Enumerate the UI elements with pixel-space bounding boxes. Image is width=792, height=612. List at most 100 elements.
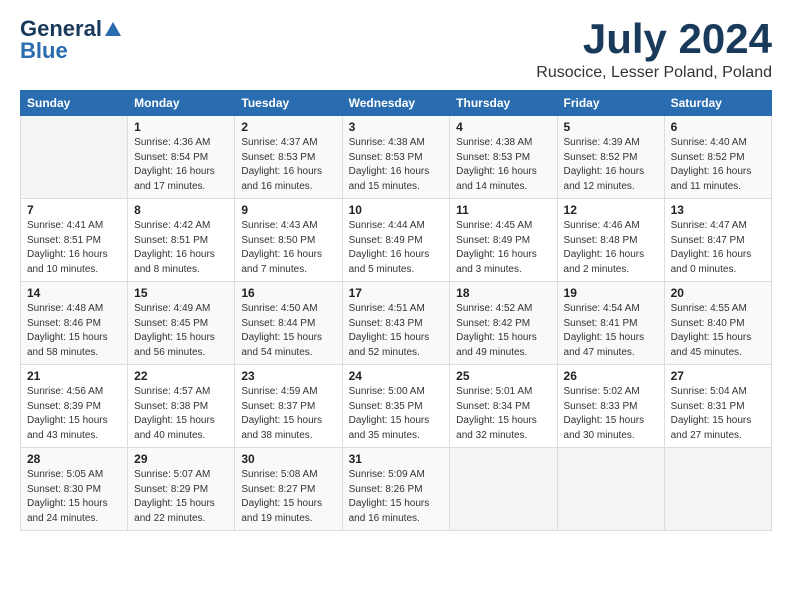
day-number: 7	[27, 203, 121, 217]
day-cell: 11 Sunrise: 4:45 AM Sunset: 8:49 PM Dayli…	[450, 199, 557, 282]
day-number: 14	[27, 286, 121, 300]
day-number: 29	[134, 452, 228, 466]
day-cell: 1Sunrise: 4:36 AM Sunset: 8:54 PM Daylig…	[128, 116, 235, 199]
day-details: Sunrise: 4:37 AM Sunset: 8:53 PM Dayligh…	[241, 136, 335, 194]
day-cell: 19 Sunrise: 4:54 AM Sunset: 8:41 PM Dayli…	[557, 282, 664, 365]
day-details: Sunrise: 4:40 AM Sunset: 8:52 PM Dayligh…	[671, 136, 765, 194]
day-details: Sunrise: 4:54 AM Sunset: 8:41 PM Dayligh…	[564, 302, 658, 360]
day-details: Sunrise: 4:42 AM Sunset: 8:51 PM Dayligh…	[134, 219, 228, 277]
day-details: Sunrise: 4:48 AM Sunset: 8:46 PM Dayligh…	[27, 302, 121, 360]
day-cell: 10 Sunrise: 4:44 AM Sunset: 8:49 PM Dayli…	[342, 199, 450, 282]
header-row: SundayMondayTuesdayWednesdayThursdayFrid…	[21, 91, 772, 116]
day-number: 15	[134, 286, 228, 300]
day-details: Sunrise: 5:09 AM Sunset: 8:26 PM Dayligh…	[349, 468, 444, 526]
week-row-3: 14 Sunrise: 4:48 AM Sunset: 8:46 PM Dayli…	[21, 282, 772, 365]
day-number: 8	[134, 203, 228, 217]
week-row-2: 7 Sunrise: 4:41 AM Sunset: 8:51 PM Daylig…	[21, 199, 772, 282]
day-number: 4	[456, 120, 550, 134]
day-cell	[664, 448, 771, 531]
day-cell: 2 Sunrise: 4:37 AM Sunset: 8:53 PM Daylig…	[235, 116, 342, 199]
day-number: 24	[349, 369, 444, 383]
day-cell: 22Sunrise: 4:57 AM Sunset: 8:38 PM Dayli…	[128, 365, 235, 448]
location-title: Rusocice, Lesser Poland, Poland	[536, 64, 772, 82]
week-row-5: 28Sunrise: 5:05 AM Sunset: 8:30 PM Dayli…	[21, 448, 772, 531]
header-area: General Blue July 2024 Rusocice, Lesser …	[20, 16, 772, 82]
day-cell: 29 Sunrise: 5:07 AM Sunset: 8:29 PM Dayli…	[128, 448, 235, 531]
day-cell	[450, 448, 557, 531]
day-number: 13	[671, 203, 765, 217]
day-number: 25	[456, 369, 550, 383]
day-cell: 26 Sunrise: 5:02 AM Sunset: 8:33 PM Dayli…	[557, 365, 664, 448]
logo-triangle-icon	[104, 20, 122, 38]
day-cell: 18 Sunrise: 4:52 AM Sunset: 8:42 PM Dayli…	[450, 282, 557, 365]
day-number: 26	[564, 369, 658, 383]
day-number: 16	[241, 286, 335, 300]
day-number: 19	[564, 286, 658, 300]
day-details: Sunrise: 4:59 AM Sunset: 8:37 PM Dayligh…	[241, 385, 335, 443]
day-number: 12	[564, 203, 658, 217]
day-cell: 6Sunrise: 4:40 AM Sunset: 8:52 PM Daylig…	[664, 116, 771, 199]
day-cell	[557, 448, 664, 531]
day-cell: 17 Sunrise: 4:51 AM Sunset: 8:43 PM Dayli…	[342, 282, 450, 365]
day-details: Sunrise: 4:38 AM Sunset: 8:53 PM Dayligh…	[456, 136, 550, 194]
day-cell	[21, 116, 128, 199]
day-cell: 4 Sunrise: 4:38 AM Sunset: 8:53 PM Daylig…	[450, 116, 557, 199]
day-cell: 7 Sunrise: 4:41 AM Sunset: 8:51 PM Daylig…	[21, 199, 128, 282]
header-cell-friday: Friday	[557, 91, 664, 116]
day-cell: 25 Sunrise: 5:01 AM Sunset: 8:34 PM Dayli…	[450, 365, 557, 448]
day-cell: 12Sunrise: 4:46 AM Sunset: 8:48 PM Dayli…	[557, 199, 664, 282]
header-cell-saturday: Saturday	[664, 91, 771, 116]
day-number: 31	[349, 452, 444, 466]
day-details: Sunrise: 4:52 AM Sunset: 8:42 PM Dayligh…	[456, 302, 550, 360]
day-details: Sunrise: 5:02 AM Sunset: 8:33 PM Dayligh…	[564, 385, 658, 443]
day-cell: 8 Sunrise: 4:42 AM Sunset: 8:51 PM Daylig…	[128, 199, 235, 282]
day-details: Sunrise: 4:45 AM Sunset: 8:49 PM Dayligh…	[456, 219, 550, 277]
week-row-1: 1Sunrise: 4:36 AM Sunset: 8:54 PM Daylig…	[21, 116, 772, 199]
logo-blue: Blue	[20, 38, 68, 64]
day-details: Sunrise: 4:38 AM Sunset: 8:53 PM Dayligh…	[349, 136, 444, 194]
day-number: 27	[671, 369, 765, 383]
day-cell: 20Sunrise: 4:55 AM Sunset: 8:40 PM Dayli…	[664, 282, 771, 365]
day-number: 3	[349, 120, 444, 134]
day-details: Sunrise: 4:50 AM Sunset: 8:44 PM Dayligh…	[241, 302, 335, 360]
day-details: Sunrise: 4:55 AM Sunset: 8:40 PM Dayligh…	[671, 302, 765, 360]
day-cell: 21Sunrise: 4:56 AM Sunset: 8:39 PM Dayli…	[21, 365, 128, 448]
day-number: 11	[456, 203, 550, 217]
header-cell-thursday: Thursday	[450, 91, 557, 116]
day-cell: 31 Sunrise: 5:09 AM Sunset: 8:26 PM Dayli…	[342, 448, 450, 531]
day-number: 22	[134, 369, 228, 383]
title-area: July 2024 Rusocice, Lesser Poland, Polan…	[536, 16, 772, 82]
header-cell-wednesday: Wednesday	[342, 91, 450, 116]
day-number: 17	[349, 286, 444, 300]
day-number: 23	[241, 369, 335, 383]
day-number: 10	[349, 203, 444, 217]
day-cell: 30 Sunrise: 5:08 AM Sunset: 8:27 PM Dayli…	[235, 448, 342, 531]
day-details: Sunrise: 4:41 AM Sunset: 8:51 PM Dayligh…	[27, 219, 121, 277]
day-details: Sunrise: 4:39 AM Sunset: 8:52 PM Dayligh…	[564, 136, 658, 194]
day-number: 30	[241, 452, 335, 466]
day-details: Sunrise: 5:08 AM Sunset: 8:27 PM Dayligh…	[241, 468, 335, 526]
day-cell: 14 Sunrise: 4:48 AM Sunset: 8:46 PM Dayli…	[21, 282, 128, 365]
header-cell-tuesday: Tuesday	[235, 91, 342, 116]
day-details: Sunrise: 5:07 AM Sunset: 8:29 PM Dayligh…	[134, 468, 228, 526]
day-details: Sunrise: 5:05 AM Sunset: 8:30 PM Dayligh…	[27, 468, 121, 526]
day-cell: 5 Sunrise: 4:39 AM Sunset: 8:52 PM Daylig…	[557, 116, 664, 199]
day-details: Sunrise: 4:49 AM Sunset: 8:45 PM Dayligh…	[134, 302, 228, 360]
day-details: Sunrise: 4:51 AM Sunset: 8:43 PM Dayligh…	[349, 302, 444, 360]
header-cell-monday: Monday	[128, 91, 235, 116]
day-cell: 3 Sunrise: 4:38 AM Sunset: 8:53 PM Daylig…	[342, 116, 450, 199]
day-details: Sunrise: 4:36 AM Sunset: 8:54 PM Dayligh…	[134, 136, 228, 194]
day-details: Sunrise: 5:00 AM Sunset: 8:35 PM Dayligh…	[349, 385, 444, 443]
day-details: Sunrise: 4:47 AM Sunset: 8:47 PM Dayligh…	[671, 219, 765, 277]
day-cell: 16 Sunrise: 4:50 AM Sunset: 8:44 PM Dayli…	[235, 282, 342, 365]
day-number: 5	[564, 120, 658, 134]
day-number: 9	[241, 203, 335, 217]
day-number: 2	[241, 120, 335, 134]
day-cell: 15 Sunrise: 4:49 AM Sunset: 8:45 PM Dayli…	[128, 282, 235, 365]
day-details: Sunrise: 5:01 AM Sunset: 8:34 PM Dayligh…	[456, 385, 550, 443]
day-details: Sunrise: 4:44 AM Sunset: 8:49 PM Dayligh…	[349, 219, 444, 277]
header-cell-sunday: Sunday	[21, 91, 128, 116]
day-number: 18	[456, 286, 550, 300]
day-details: Sunrise: 4:56 AM Sunset: 8:39 PM Dayligh…	[27, 385, 121, 443]
day-cell: 24 Sunrise: 5:00 AM Sunset: 8:35 PM Dayli…	[342, 365, 450, 448]
